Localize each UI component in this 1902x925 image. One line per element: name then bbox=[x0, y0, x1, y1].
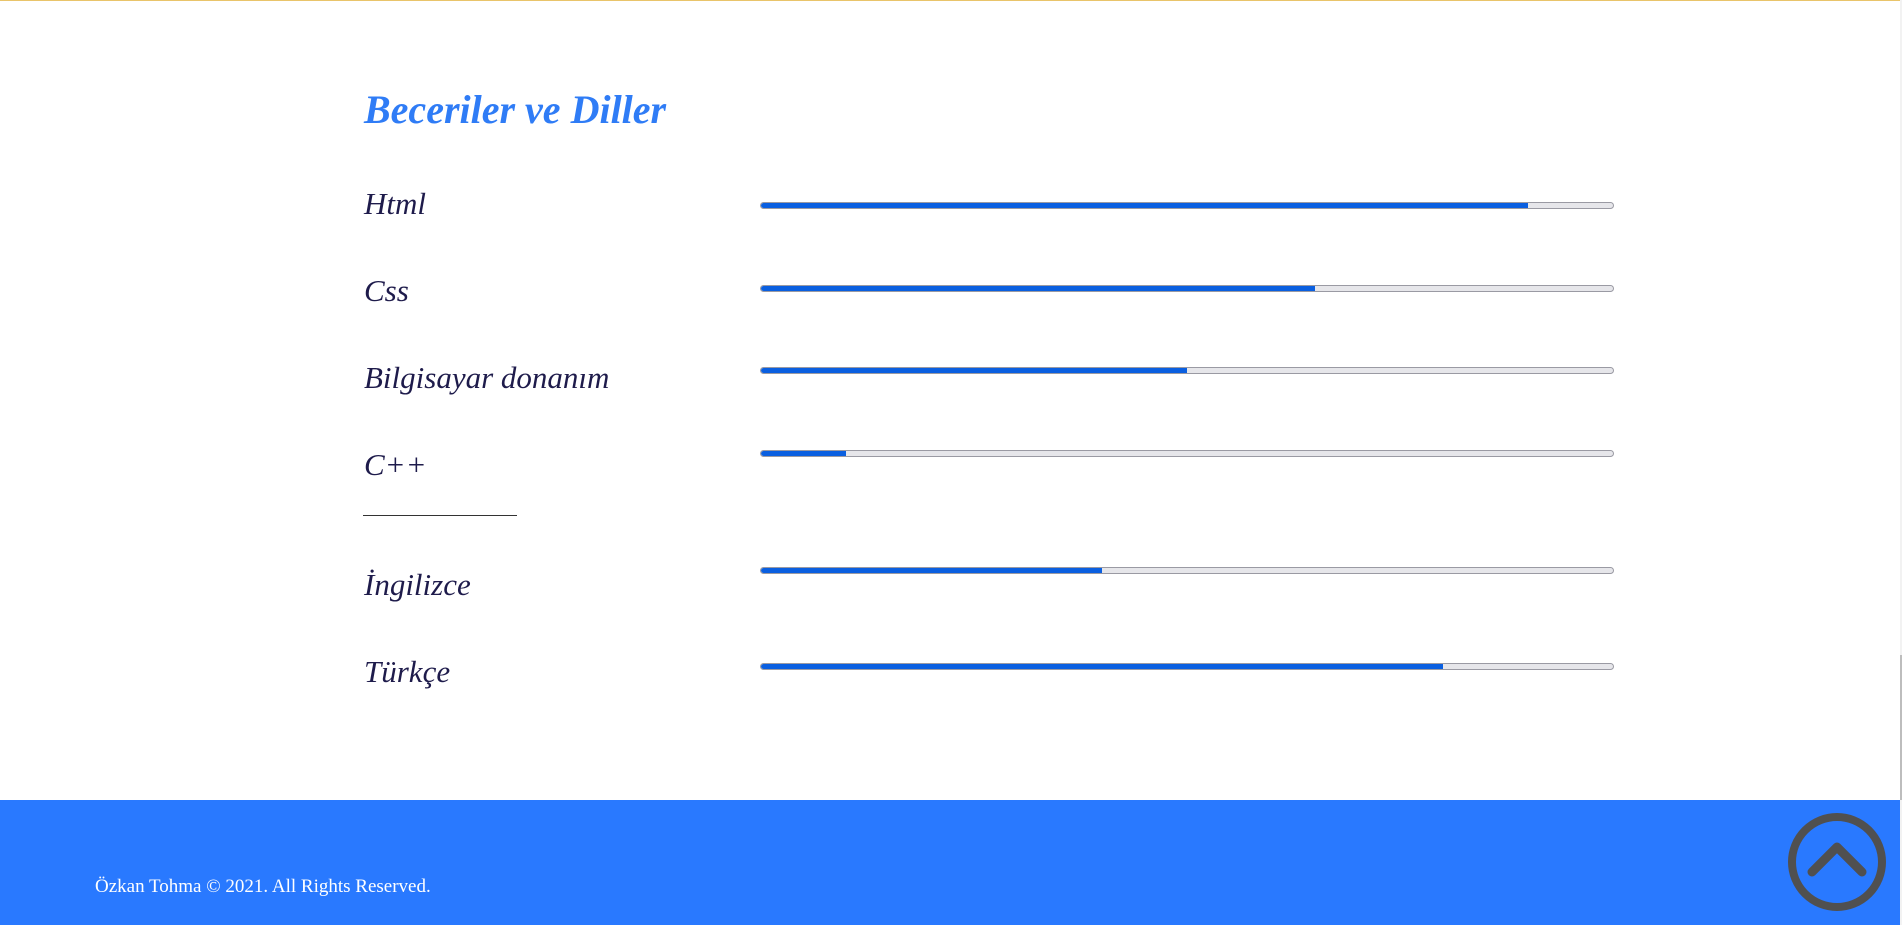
skill-progress-fill bbox=[761, 286, 1315, 291]
section-title: Beceriler ve Diller bbox=[364, 87, 667, 132]
skill-label: C++ bbox=[364, 447, 427, 482]
skill-progress-bar bbox=[760, 202, 1614, 209]
skill-progress-bar bbox=[760, 285, 1614, 292]
skill-label: Html bbox=[364, 186, 426, 221]
skill-row-css: Css bbox=[364, 273, 1614, 323]
language-row-english: İngilizce bbox=[364, 567, 1614, 617]
skill-progress-bar bbox=[760, 367, 1614, 374]
back-to-top-button[interactable] bbox=[1787, 812, 1887, 912]
skill-label: Css bbox=[364, 273, 409, 308]
skill-progress-bar bbox=[760, 450, 1614, 457]
language-label: Türkçe bbox=[364, 654, 451, 689]
footer: Özkan Tohma © 2021. All Rights Reserved. bbox=[0, 800, 1900, 925]
skill-row-hardware: Bilgisayar donanım bbox=[364, 360, 1614, 410]
page: Beceriler ve Diller Html Css Bilgisayar … bbox=[0, 0, 1902, 925]
language-progress-bar bbox=[760, 663, 1614, 670]
language-progress-fill bbox=[761, 664, 1443, 669]
footer-copyright: Özkan Tohma © 2021. All Rights Reserved. bbox=[95, 876, 431, 897]
skill-row-html: Html bbox=[364, 186, 1614, 236]
skills-languages-divider bbox=[363, 515, 517, 516]
language-label: İngilizce bbox=[364, 567, 471, 602]
top-border bbox=[0, 0, 1900, 1]
chevron-up-circle-icon bbox=[1788, 813, 1886, 911]
language-progress-fill bbox=[761, 568, 1102, 573]
language-progress-bar bbox=[760, 567, 1614, 574]
skill-row-cpp: C++ bbox=[364, 447, 1614, 497]
skill-label: Bilgisayar donanım bbox=[364, 360, 610, 395]
skill-progress-fill bbox=[761, 203, 1528, 208]
language-row-turkish: Türkçe bbox=[364, 654, 1614, 704]
skill-progress-fill bbox=[761, 368, 1187, 373]
skill-progress-fill bbox=[761, 451, 847, 456]
